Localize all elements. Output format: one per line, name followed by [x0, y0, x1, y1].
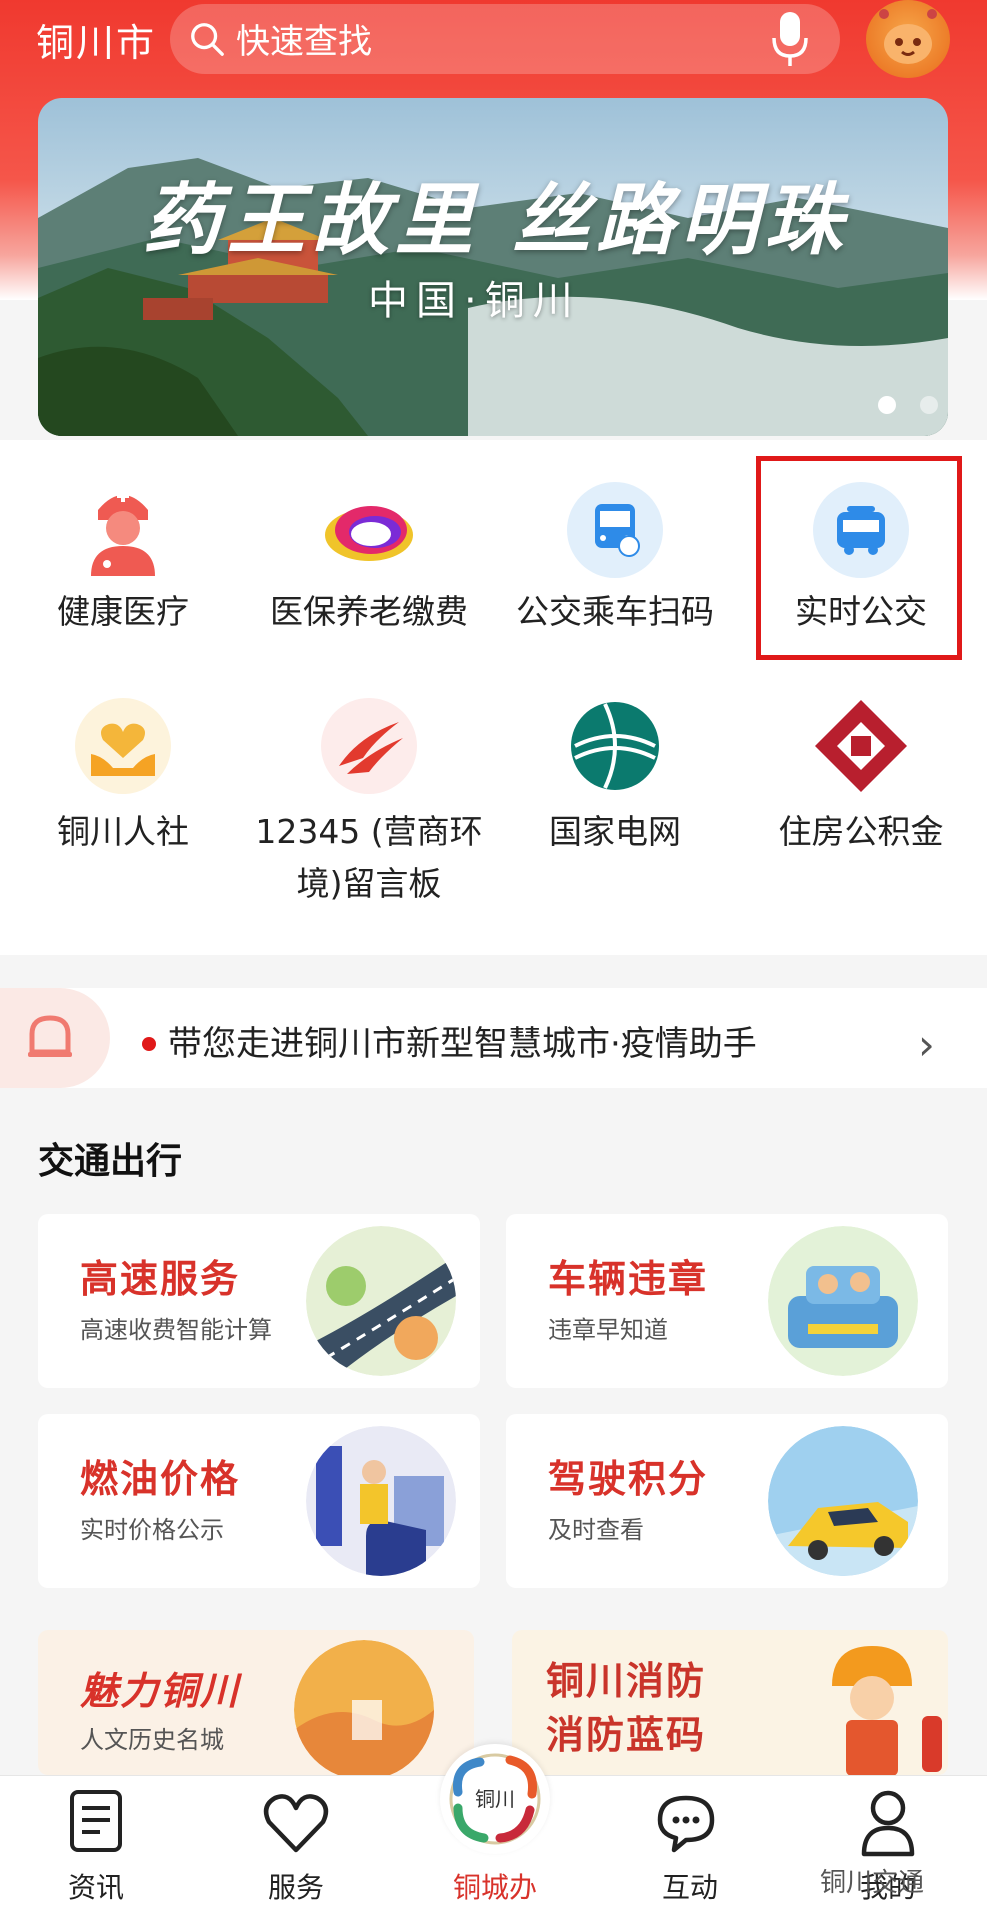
state-grid-icon	[571, 702, 659, 790]
card-fuel[interactable]: 燃油价格 实时价格公示	[38, 1414, 480, 1588]
service-health-label: 健康医疗	[57, 592, 189, 631]
card-violation-title: 车辆违章	[548, 1256, 709, 1301]
firefighter-art	[832, 1646, 942, 1775]
fuel-station-art	[306, 1426, 456, 1576]
housing-fund-icon	[815, 700, 907, 792]
card-violation[interactable]: 车辆违章 违章早知道	[506, 1214, 948, 1388]
assistant-avatar[interactable]	[866, 0, 950, 78]
service-hr-label: 铜川人社	[57, 812, 189, 851]
service-housing-fund[interactable]: 住房公积金	[738, 690, 984, 870]
card-highway-title: 高速服务	[80, 1256, 241, 1301]
robot-face-icon	[879, 9, 937, 64]
logo-text: 铜川	[475, 1787, 515, 1811]
chat-icon	[657, 1795, 715, 1853]
news-icon	[70, 1790, 122, 1852]
card-fire[interactable]: 铜川消防 消防蓝码	[512, 1630, 948, 1775]
section-title: 交通出行	[38, 1141, 183, 1182]
service-hr[interactable]: 铜川人社	[0, 690, 246, 870]
nav-service-label: 服务	[267, 1871, 324, 1904]
notice-text: 带您走进铜川市新型智慧城市·疫情助手	[168, 1024, 757, 1064]
microphone-icon[interactable]	[770, 10, 810, 68]
city-selector[interactable]: 铜川市	[36, 12, 156, 67]
nav-home-label[interactable]: 铜城办	[435, 1866, 555, 1906]
bus-qr-icon	[567, 482, 663, 578]
service-insurance-label: 医保养老缴费	[270, 592, 468, 631]
carousel-dot-active[interactable]	[878, 396, 896, 414]
service-hotline[interactable]: 12345 (营商环 境)留言板	[246, 690, 492, 903]
card-culture[interactable]: 魅力铜川 人文历史名城	[38, 1630, 474, 1775]
card-fuel-subtitle: 实时价格公示	[80, 1516, 224, 1544]
card-fire-title-1: 铜川消防	[546, 1658, 707, 1703]
watermark-text: 铜川交通	[820, 1868, 925, 1898]
card-driving-points-title: 驾驶积分	[548, 1456, 709, 1501]
doctor-icon	[91, 490, 155, 576]
banner-subtitle: 中国·铜川	[368, 278, 581, 324]
nav-interact[interactable]: 互动	[630, 1788, 750, 1908]
card-driving-points-subtitle: 及时查看	[548, 1516, 644, 1544]
service-insurance[interactable]: 医保养老缴费	[246, 470, 492, 640]
highlight-box	[756, 456, 962, 660]
nav-home-logo[interactable]: 铜川	[440, 1744, 550, 1854]
service-bus-qr[interactable]: 公交乘车扫码	[492, 470, 738, 640]
car-family-art	[768, 1226, 918, 1376]
card-culture-title: 魅力铜川	[80, 1668, 241, 1713]
service-health[interactable]: 健康医疗	[0, 470, 246, 640]
bell-badge	[0, 988, 110, 1088]
hero-banner[interactable]: 药王故里 丝路明珠 中国·铜川	[38, 98, 948, 436]
insurance-cloud-icon	[325, 506, 413, 561]
card-fire-title-2: 消防蓝码	[546, 1712, 707, 1757]
service-hotline-label-1: 12345 (营商环	[255, 812, 483, 851]
user-icon	[861, 1790, 915, 1857]
search-icon	[191, 23, 224, 56]
heart-hands-icon	[75, 698, 171, 794]
service-bus-qr-label: 公交乘车扫码	[516, 592, 714, 631]
yellow-car-art	[768, 1426, 918, 1576]
nav-interact-label: 互动	[661, 1871, 718, 1904]
nav-service[interactable]: 服务	[236, 1788, 356, 1908]
card-highway-subtitle: 高速收费智能计算	[80, 1316, 272, 1344]
card-fuel-title: 燃油价格	[80, 1456, 241, 1501]
search-placeholder: 快速查找	[236, 22, 372, 62]
notice-dot	[142, 1037, 156, 1051]
service-hotline-label-2: 境)留言板	[296, 864, 442, 903]
nav-news[interactable]: 资讯	[36, 1788, 156, 1908]
chevron-right-icon[interactable]: ›	[918, 1020, 935, 1069]
bell-icon	[28, 1015, 72, 1057]
service-housing-fund-label: 住房公积金	[778, 812, 944, 851]
card-culture-subtitle: 人文历史名城	[80, 1726, 224, 1754]
culture-art	[294, 1640, 434, 1775]
card-violation-subtitle: 违章早知道	[548, 1316, 668, 1344]
banner-title: 药王故里 丝路明珠	[143, 175, 849, 266]
heart-icon	[263, 1794, 329, 1853]
service-state-grid-label: 国家电网	[549, 812, 681, 851]
service-state-grid[interactable]: 国家电网	[492, 690, 738, 870]
card-driving-points[interactable]: 驾驶积分 及时查看	[506, 1414, 948, 1588]
hotline-icon	[321, 698, 417, 794]
carousel-dot[interactable]	[920, 396, 938, 414]
nav-news-label: 资讯	[67, 1871, 124, 1904]
card-highway[interactable]: 高速服务 高速收费智能计算	[38, 1214, 480, 1388]
highway-art	[306, 1226, 456, 1376]
tongchuan-logo-icon: 铜川	[449, 1753, 541, 1845]
